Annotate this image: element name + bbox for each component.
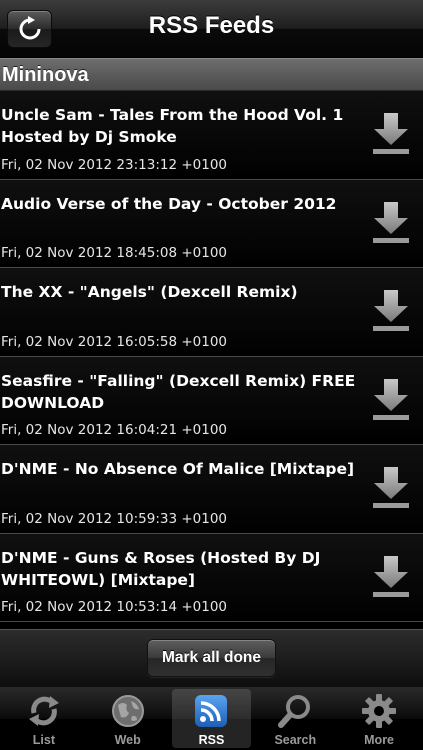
feed-date: Fri, 02 Nov 2012 10:59:33 +0100	[1, 510, 228, 527]
feed-date: Fri, 02 Nov 2012 18:45:08 +0100	[1, 245, 228, 261]
feed-list: Uncle Sam - Tales From the Hood Vol. 1 H…	[0, 91, 423, 629]
navigation-bar: RSS Feeds	[0, 0, 423, 58]
feed-title: Uncle Sam - Tales From the Hood Vol. 1 H…	[1, 106, 344, 146]
mark-all-done-button[interactable]: Mark all done	[147, 639, 276, 677]
feed-title: Seasfire - "Falling" (Dexcell Remix) FRE…	[1, 371, 356, 412]
page-title: RSS Feeds	[148, 12, 275, 39]
feed-title: D'NME - Guns & Roses (Hosted By DJ WHITE…	[1, 548, 321, 589]
tab-web[interactable]: Web	[88, 689, 168, 748]
tab-more[interactable]: More	[339, 689, 419, 748]
download-icon[interactable]	[371, 288, 411, 332]
download-icon[interactable]	[371, 554, 411, 598]
feed-item[interactable]: The XX - "Angels" (Dexcell Remix) Fri, 0…	[0, 268, 423, 357]
tab-label: Search	[274, 733, 317, 747]
section-header: Mininova	[0, 58, 423, 91]
tab-label: List	[32, 733, 56, 747]
download-icon[interactable]	[371, 465, 411, 509]
tab-label: RSS	[198, 733, 225, 747]
feed-item[interactable]: D'NME - No Absence Of Malice [Mixtape] F…	[0, 445, 423, 534]
feed-date: Fri, 02 Nov 2012 10:53:14 +0100	[1, 599, 228, 615]
magnifier-icon	[278, 695, 311, 728]
feed-item[interactable]: Uncle Sam - Tales From the Hood Vol. 1 H…	[0, 91, 423, 180]
tab-label: Web	[114, 733, 141, 747]
action-bar: Mark all done	[0, 629, 423, 687]
feed-date: Fri, 02 Nov 2012 16:04:21 +0100	[1, 422, 228, 438]
feed-item[interactable]: Audio Verse of the Day - October 2012 Fr…	[0, 179, 423, 268]
tab-list[interactable]: List	[4, 689, 84, 748]
feed-title: Audio Verse of the Day - October 2012	[1, 194, 337, 213]
tab-rss[interactable]: RSS	[171, 689, 252, 748]
sync-icon	[28, 696, 59, 726]
tab-label: More	[364, 733, 395, 747]
feed-title: D'NME - No Absence Of Malice [Mixtape]	[1, 460, 355, 478]
download-icon[interactable]	[371, 200, 411, 244]
feed-date: Fri, 02 Nov 2012 16:05:58 +0100	[1, 333, 228, 350]
feed-title: The XX - "Angels" (Dexcell Remix)	[1, 283, 298, 301]
tab-search[interactable]: Search	[255, 689, 335, 748]
tab-bar: List Web RSS Search More	[0, 687, 423, 750]
feed-date: Fri, 02 Nov 2012 23:13:12 +0100	[1, 156, 228, 173]
gear-icon	[362, 694, 397, 728]
globe-icon	[111, 695, 144, 727]
download-icon[interactable]	[371, 377, 411, 421]
rss-icon	[195, 695, 228, 727]
feed-item[interactable]: Seasfire - "Falling" (Dexcell Remix) FRE…	[0, 356, 423, 445]
download-icon[interactable]	[371, 111, 411, 155]
feed-item[interactable]: D'NME - Guns & Roses (Hosted By DJ WHITE…	[0, 533, 423, 622]
